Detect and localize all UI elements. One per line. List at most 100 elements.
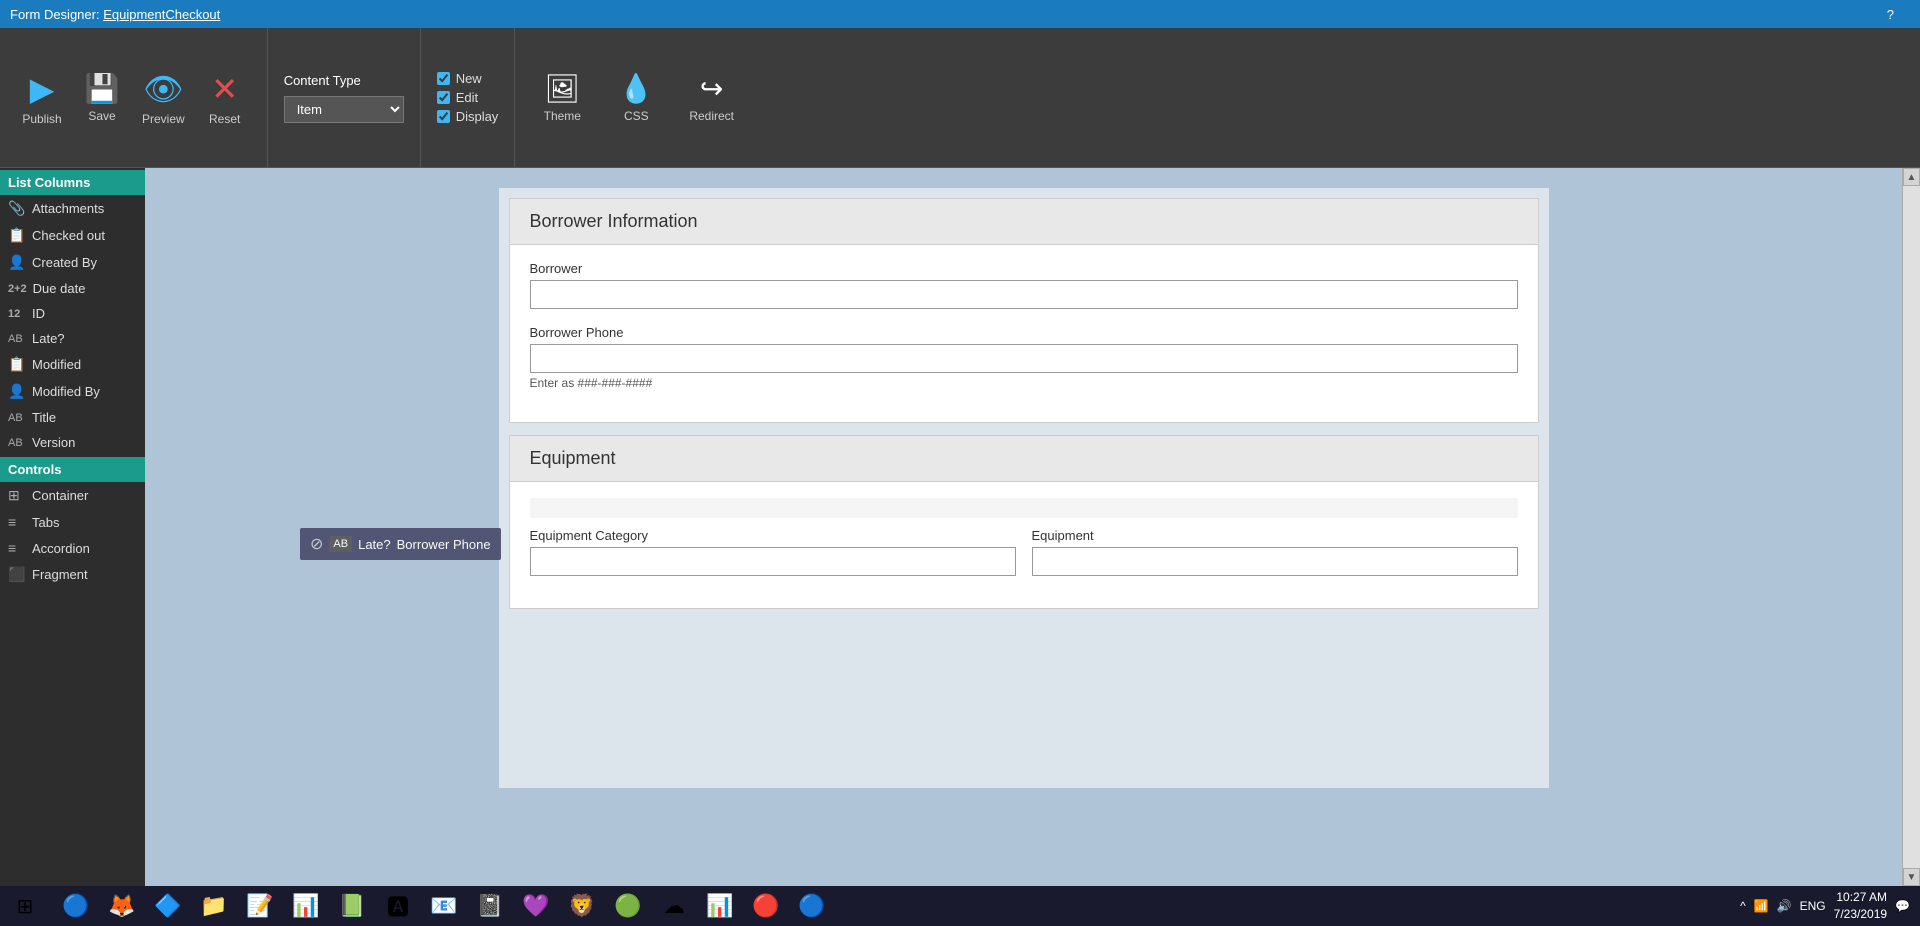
- content-type-label: Content Type: [284, 73, 404, 88]
- content-area: Borrower Information Borrower Borrower P…: [145, 168, 1902, 886]
- start-button[interactable]: ⊞: [0, 886, 50, 926]
- taskbar-app-stb[interactable]: 🔴: [744, 888, 788, 924]
- save-label: Save: [88, 109, 115, 123]
- sidebar-item-accordion[interactable]: ≡ Accordion: [0, 535, 145, 561]
- taskbar-app-ie2[interactable]: 🔵: [790, 888, 834, 924]
- equipment-input[interactable]: [1032, 547, 1518, 576]
- sidebar-item-container[interactable]: ⊞ Container: [0, 482, 145, 509]
- sidebar-item-checked-out[interactable]: 📋 Checked out: [0, 222, 145, 249]
- checkbox-edit: Edit: [437, 90, 499, 105]
- checkbox-group: New Edit Display: [421, 28, 516, 167]
- sidebar-item-attachments-label: Attachments: [32, 201, 104, 216]
- sidebar-item-id[interactable]: 12 ID: [0, 301, 145, 326]
- taskbar-expand-icon[interactable]: ^: [1740, 899, 1746, 913]
- borrower-phone-field: Borrower Phone Enter as ###-###-####: [530, 325, 1518, 390]
- sidebar-item-title-label: Title: [32, 410, 56, 425]
- publish-button[interactable]: ▶ Publish: [12, 64, 72, 132]
- modified-icon: 📋: [8, 356, 26, 373]
- checkbox-new-input[interactable]: [437, 72, 450, 85]
- taskbar-app-adobe[interactable]: 🅰: [376, 888, 420, 924]
- redirect-icon: ↪: [700, 72, 723, 105]
- equipment-header: Equipment: [510, 436, 1538, 482]
- taskbar-app-spotify[interactable]: 🟢: [606, 888, 650, 924]
- taskbar-apps: 🔵 🦊 🔷 📁 📝 📊 📗 🅰 📧 📓 💜 🦁 🟢 ☁ 📊 🔴 🔵: [50, 888, 1730, 924]
- late-icon: AB: [8, 333, 26, 345]
- taskbar-notification-icon[interactable]: 💬: [1895, 899, 1910, 913]
- sidebar-item-title[interactable]: AB Title: [0, 405, 145, 430]
- checkbox-display: Display: [437, 109, 499, 124]
- scrollbar[interactable]: ▲ ▼: [1902, 168, 1920, 886]
- taskbar-volume-icon[interactable]: 🔊: [1777, 899, 1792, 913]
- theme-label: Theme: [544, 109, 581, 123]
- taskbar-app-smartsheet[interactable]: 📊: [698, 888, 742, 924]
- sidebar-item-version[interactable]: AB Version: [0, 430, 145, 455]
- borrower-phone-hint: Enter as ###-###-####: [530, 376, 1518, 390]
- title-prefix: Form Designer:: [10, 7, 100, 22]
- checked-out-icon: 📋: [8, 227, 26, 244]
- taskbar-app-excel[interactable]: 📗: [330, 888, 374, 924]
- borrower-phone-input[interactable]: [530, 344, 1518, 373]
- equipment-category-label: Equipment Category: [530, 528, 1016, 543]
- title-bar-text: Form Designer: EquipmentCheckout: [10, 7, 220, 22]
- taskbar-date: 7/23/2019: [1834, 906, 1887, 923]
- borrower-info-section: Borrower Information Borrower Borrower P…: [509, 198, 1539, 423]
- css-button[interactable]: 💧 CSS: [601, 64, 671, 131]
- checkbox-edit-input[interactable]: [437, 91, 450, 104]
- scroll-up-arrow[interactable]: ▲: [1903, 168, 1920, 186]
- taskbar-app-files[interactable]: 📁: [192, 888, 236, 924]
- taskbar-app-chrome[interactable]: 🔵: [54, 888, 98, 924]
- container-icon: ⊞: [8, 487, 26, 504]
- theme-button[interactable]: 🖼 Theme: [527, 64, 597, 131]
- sidebar-item-created-by[interactable]: 👤 Created By: [0, 249, 145, 276]
- taskbar-app-brave[interactable]: 🦁: [560, 888, 604, 924]
- reset-button[interactable]: ✕ Reset: [195, 64, 255, 132]
- preview-button[interactable]: 👁 Preview: [132, 64, 195, 132]
- checkbox-display-input[interactable]: [437, 110, 450, 123]
- equipment-title: Equipment: [530, 448, 616, 468]
- form-canvas: Borrower Information Borrower Borrower P…: [499, 188, 1549, 788]
- taskbar-app-cloud[interactable]: ☁: [652, 888, 696, 924]
- borrower-info-title: Borrower Information: [530, 211, 698, 231]
- redirect-button[interactable]: ↪ Redirect: [675, 64, 748, 131]
- sidebar-item-tabs[interactable]: ≡ Tabs: [0, 509, 145, 535]
- borrower-input[interactable]: [530, 280, 1518, 309]
- title-link[interactable]: EquipmentCheckout: [103, 7, 220, 22]
- reset-icon: ✕: [211, 70, 238, 108]
- help-button[interactable]: ?: [1871, 0, 1910, 30]
- checkbox-new-label: New: [456, 71, 482, 86]
- sidebar-item-modified-by-label: Modified By: [32, 384, 100, 399]
- save-icon: 💾: [85, 72, 120, 105]
- taskbar-time: 10:27 AM: [1834, 889, 1887, 906]
- content-type-select[interactable]: Item: [284, 96, 404, 123]
- tabs-icon: ≡: [8, 514, 26, 530]
- scroll-down-arrow[interactable]: ▼: [1903, 868, 1920, 886]
- sidebar-item-due-date[interactable]: 2+2 Due date: [0, 276, 145, 301]
- checkbox-new: New: [437, 71, 499, 86]
- sidebar-item-fragment[interactable]: ⬛ Fragment: [0, 561, 145, 588]
- drag-no-icon: ⊘: [310, 534, 323, 554]
- taskbar-app-powerpoint[interactable]: 📊: [284, 888, 328, 924]
- taskbar-app-mail[interactable]: 📧: [422, 888, 466, 924]
- taskbar-app-ie-app[interactable]: 🔷: [146, 888, 190, 924]
- title-bar: Form Designer: EquipmentCheckout ?: [0, 0, 1920, 28]
- scroll-track[interactable]: [1903, 186, 1920, 868]
- version-icon: AB: [8, 437, 26, 449]
- equipment-category-input[interactable]: [530, 547, 1016, 576]
- sidebar-item-modified-by[interactable]: 👤 Modified By: [0, 378, 145, 405]
- taskbar-app-word[interactable]: 📝: [238, 888, 282, 924]
- content-type-group: Content Type Item: [268, 28, 421, 167]
- drag-tooltip-dest: Borrower Phone: [397, 537, 491, 552]
- sidebar-item-late[interactable]: AB Late?: [0, 326, 145, 351]
- sidebar-item-attachments[interactable]: 📎 Attachments: [0, 195, 145, 222]
- save-button[interactable]: 💾 Save: [72, 66, 132, 129]
- taskbar-app-teams[interactable]: 💜: [514, 888, 558, 924]
- windows-icon: ⊞: [17, 894, 34, 919]
- taskbar-app-onenote[interactable]: 📓: [468, 888, 512, 924]
- borrower-phone-label: Borrower Phone: [530, 325, 1518, 340]
- sidebar-item-version-label: Version: [32, 435, 75, 450]
- css-label: CSS: [624, 109, 649, 123]
- redirect-label: Redirect: [689, 109, 734, 123]
- created-by-icon: 👤: [8, 254, 26, 271]
- taskbar-app-firefox[interactable]: 🦊: [100, 888, 144, 924]
- sidebar-item-modified[interactable]: 📋 Modified: [0, 351, 145, 378]
